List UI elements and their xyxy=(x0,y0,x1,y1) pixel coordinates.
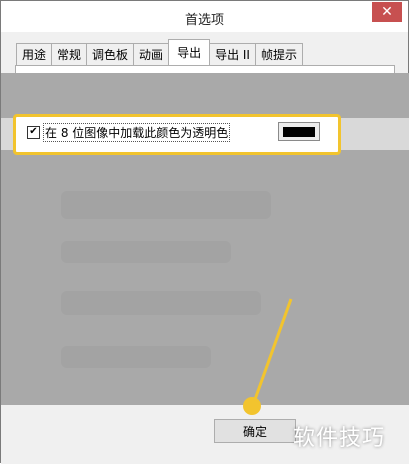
tab-label: 导出 xyxy=(177,46,202,60)
tab-export[interactable]: 导出 xyxy=(168,39,211,65)
preferences-dialog: 首选项 ✕ 用途 常规 调色板 动画 导出 导出 II 帧提示 ✔ 在 8 位图… xyxy=(0,0,409,464)
pointer-line xyxy=(251,298,293,406)
annotation-pointer xyxy=(243,298,293,415)
pointer-dot xyxy=(243,397,261,415)
watermark: 软件技巧 xyxy=(293,426,386,451)
